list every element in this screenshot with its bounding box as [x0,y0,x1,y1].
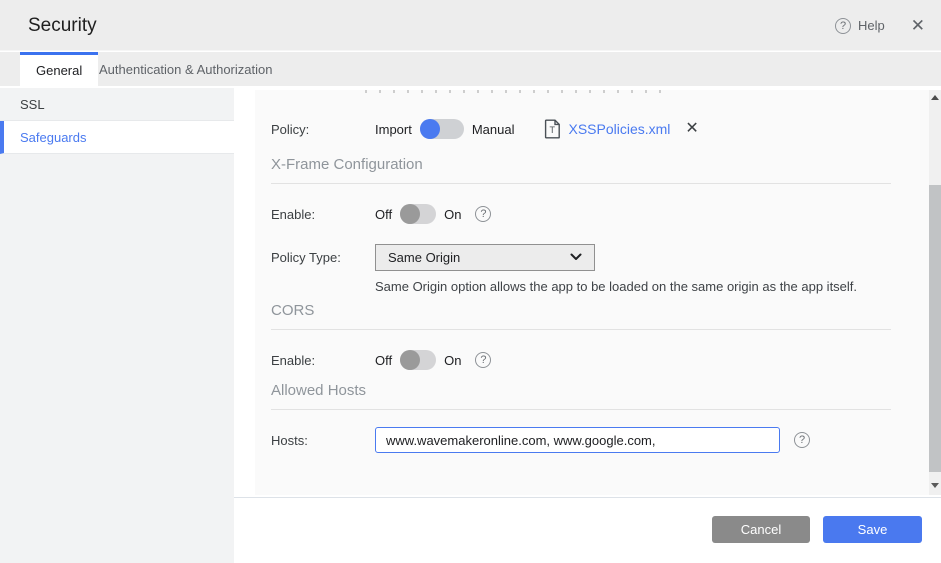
section-divider [271,409,891,410]
toggle-knob [400,350,421,370]
page-title: Security [28,15,97,36]
hosts-input[interactable] [375,427,780,453]
policy-type-value: Same Origin [388,249,461,265]
section-divider [271,183,891,184]
section-cors: CORS [271,302,315,319]
sidebar-item-ssl[interactable]: SSL [0,88,234,121]
chevron-down-icon [570,253,582,260]
hosts-help-icon[interactable]: ? [794,432,810,448]
vertical-scrollbar[interactable] [929,90,941,495]
xframe-enable-row: Enable: Off On ? [271,200,492,228]
hosts-row: Hosts: ? [271,426,810,454]
policy-type-row: Policy Type: Same Origin [271,243,595,271]
main-area: Policy: Import Manual T XSSPolicies.xml … [234,87,941,563]
xframe-off-label: Off [375,206,393,222]
clipped-scrolled-text [365,90,665,93]
cors-on-label: On [444,352,462,368]
close-icon[interactable]: ✕ [911,17,925,34]
help-label: Help [858,18,885,33]
policy-type-select[interactable]: Same Origin [375,243,595,271]
sidebar-item-safeguards[interactable]: Safeguards [0,121,234,154]
xml-file-icon: T [545,119,561,139]
xss-policies-file-link[interactable]: XSSPolicies.xml [568,121,670,137]
policy-label: Policy: [271,121,310,137]
cors-enable-help-icon[interactable]: ? [475,352,492,368]
section-divider [271,329,891,330]
header-actions: ? Help ✕ [835,0,925,51]
dialog-header: Security ? Help ✕ [0,0,941,51]
save-button[interactable]: Save [823,516,922,543]
help-button[interactable]: ? Help [835,17,885,34]
toggle-knob [419,119,440,139]
xframe-enable-help-icon[interactable]: ? [475,206,492,222]
cors-enable-label: Enable: [271,352,316,368]
cors-enable-row: Enable: Off On ? [271,346,492,374]
cors-off-label: Off [375,352,393,368]
xframe-on-label: On [444,206,462,222]
policy-type-description: Same Origin option allows the app to be … [375,279,858,294]
policy-option-manual: Manual [471,121,515,137]
footer-divider [234,497,941,498]
toggle-knob [400,204,421,224]
svg-text:T: T [550,125,556,135]
safeguards-panel: Policy: Import Manual T XSSPolicies.xml … [255,90,929,495]
scroll-up-icon[interactable] [931,95,939,100]
sidebar: SSL Safeguards [0,87,234,563]
remove-file-icon[interactable]: ✕ [685,121,698,137]
policy-import-manual-toggle[interactable] [419,119,464,139]
policy-type-label: Policy Type: [271,249,341,265]
xframe-enable-toggle[interactable] [400,204,437,224]
hosts-label: Hosts: [271,432,308,448]
help-icon: ? [835,17,851,34]
scroll-down-icon[interactable] [931,483,939,488]
cancel-button[interactable]: Cancel [712,516,810,543]
tab-authentication-authorization[interactable]: Authentication & Authorization [85,52,286,86]
imported-file: T XSSPolicies.xml ✕ [544,119,699,139]
policy-option-import: Import [375,121,412,137]
security-dialog: Security ? Help ✕ General Authentication… [0,0,941,563]
scrollbar-thumb[interactable] [929,185,941,472]
policy-row: Policy: Import Manual T XSSPolicies.xml … [271,115,699,143]
xframe-enable-label: Enable: [271,206,316,222]
tab-bar: General Authentication & Authorization [0,52,941,86]
section-allowed-hosts: Allowed Hosts [271,382,367,399]
section-xframe-configuration: X-Frame Configuration [271,156,423,173]
cors-enable-toggle[interactable] [400,350,437,370]
